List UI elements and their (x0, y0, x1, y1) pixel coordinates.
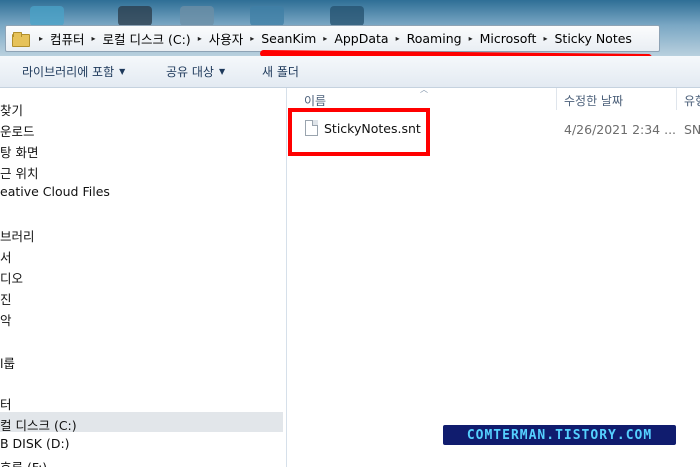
breadcrumb-appdata[interactable]: AppData (334, 31, 388, 46)
column-header-name[interactable]: 이름 (304, 92, 326, 109)
new-folder-label: 새 폴더 (262, 65, 299, 79)
breadcrumb-computer[interactable]: 컴퓨터 (50, 29, 85, 48)
include-in-library-button[interactable]: 라이브러리에 포함 ▼ (22, 63, 125, 80)
file-date-modified: 4/26/2021 2:34 ... (564, 122, 677, 137)
desktop-icon (330, 6, 364, 26)
navigation-pane (0, 88, 287, 467)
breadcrumb-roaming[interactable]: Roaming (407, 31, 462, 46)
column-headers: 이름 수정한 날짜 유형 (288, 88, 700, 110)
column-header-type[interactable]: 유형 (684, 92, 700, 109)
red-highlight-box-annotation (288, 108, 430, 156)
watermark-badge: COMTERMAN.TISTORY.COM (443, 425, 676, 445)
nav-item-favorites[interactable]: 찾기 (0, 100, 23, 119)
nav-item-videos[interactable]: 디오 (0, 268, 23, 287)
watermark-text: COMTERMAN.TISTORY.COM (466, 427, 653, 443)
breadcrumb-local-disk[interactable]: 로컬 디스크 (C:) (103, 29, 191, 48)
breadcrumb-separator-icon[interactable]: ▸ (469, 34, 473, 43)
nav-item-homegroup[interactable]: l룹 (0, 353, 15, 372)
desktop-icon (250, 6, 284, 26)
window-top-glass: ▸ 컴퓨터 ▸ 로컬 디스크 (C:) ▸ 사용자 ▸ SeanKim ▸ Ap… (0, 0, 700, 56)
nav-item-creative-cloud[interactable]: eative Cloud Files (0, 184, 110, 199)
address-bar[interactable]: ▸ 컴퓨터 ▸ 로컬 디스크 (C:) ▸ 사용자 ▸ SeanKim ▸ Ap… (5, 25, 660, 52)
breadcrumb-user-folder[interactable]: SeanKim (261, 31, 316, 46)
nav-item-music[interactable]: 악 (0, 310, 12, 329)
breadcrumb-sticky-notes[interactable]: Sticky Notes (554, 31, 631, 46)
nav-item-local-disk[interactable]: 컬 디스크 (C:) (0, 415, 77, 434)
column-header-date-modified[interactable]: 수정한 날짜 (564, 92, 623, 109)
breadcrumb-separator-icon[interactable]: ▸ (250, 34, 254, 43)
share-with-button[interactable]: 공유 대상 ▼ (166, 63, 225, 80)
nav-item-usb-disk[interactable]: B DISK (D:) (0, 436, 70, 451)
new-folder-button[interactable]: 새 폴더 (262, 63, 299, 80)
column-divider[interactable] (676, 88, 677, 110)
nav-item-libraries[interactable]: 브러리 (0, 226, 35, 245)
chevron-down-icon: ▼ (119, 67, 126, 76)
breadcrumb-separator-icon[interactable]: ▸ (543, 34, 547, 43)
breadcrumb-separator-icon[interactable]: ▸ (92, 34, 96, 43)
nav-item-pictures[interactable]: 진 (0, 289, 12, 308)
file-type: SN (684, 122, 700, 137)
breadcrumb-microsoft[interactable]: Microsoft (480, 31, 537, 46)
column-divider[interactable] (556, 88, 557, 110)
nav-item-downloads[interactable]: 운로드 (0, 121, 35, 140)
folder-icon (12, 32, 30, 47)
breadcrumb-separator-icon[interactable]: ▸ (323, 34, 327, 43)
breadcrumb-separator-icon[interactable]: ▸ (396, 34, 400, 43)
sort-indicator-icon: ︿ (420, 85, 428, 94)
nav-item-documents[interactable]: 서 (0, 247, 12, 266)
nav-item-recent-places[interactable]: 근 위치 (0, 163, 38, 182)
desktop-icon (180, 6, 214, 26)
nav-item-computer[interactable]: 터 (0, 394, 12, 413)
nav-item-desktop[interactable]: 탕 화면 (0, 142, 38, 161)
breadcrumb-separator-icon[interactable]: ▸ (39, 34, 43, 43)
chevron-down-icon: ▼ (218, 67, 226, 76)
desktop-icon (30, 6, 64, 26)
share-with-label: 공유 대상 (166, 65, 214, 79)
include-in-library-label: 라이브러리에 포함 (22, 65, 115, 79)
nav-item-drive-f[interactable]: 호류 (F:) (0, 457, 47, 467)
command-bar: 라이브러리에 포함 ▼ 공유 대상 ▼ 새 폴더 (0, 56, 700, 88)
breadcrumb-users[interactable]: 사용자 (209, 29, 244, 48)
breadcrumb-separator-icon[interactable]: ▸ (198, 34, 202, 43)
desktop-icon (118, 6, 152, 26)
